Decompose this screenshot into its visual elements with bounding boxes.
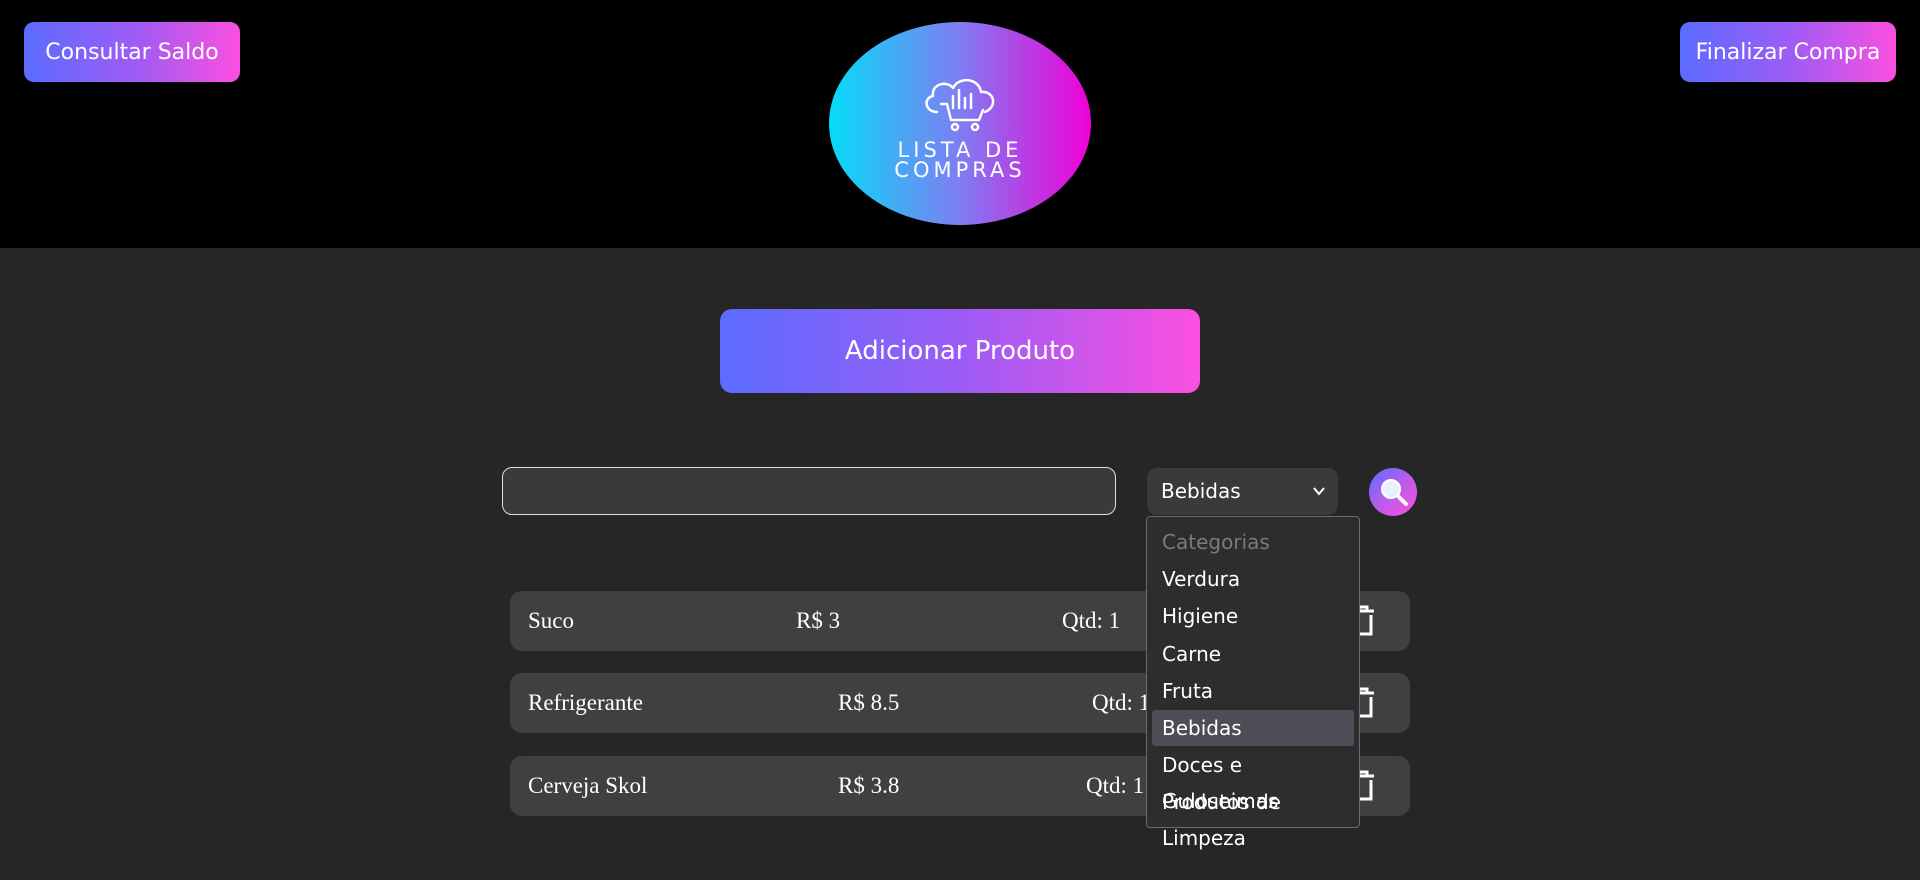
cloud-cart-icon	[925, 79, 995, 132]
add-product-button[interactable]: Adicionar Produto	[720, 309, 1200, 393]
logo-title-line2: COMPRAS	[894, 158, 1026, 182]
logo: LISTA DE COMPRAS	[829, 22, 1091, 225]
search-icon	[1381, 479, 1408, 506]
category-dropdown: Categorias Verdura Higiene Carne Fruta B…	[1146, 516, 1360, 850]
dropdown-option-higiene[interactable]: Higiene	[1152, 598, 1354, 634]
logo-title-line1: LISTA DE	[897, 138, 1023, 162]
product-quantity: Qtd: 1	[1092, 690, 1151, 715]
dropdown-option-fruta[interactable]: Fruta	[1152, 673, 1354, 709]
category-select[interactable]: Bebidas	[1147, 468, 1338, 515]
product-price: R$ 3	[796, 608, 841, 633]
dropdown-option-doces[interactable]: Doces e Guloseimas	[1152, 747, 1354, 813]
product-name: Suco	[528, 608, 574, 633]
finish-purchase-button[interactable]: Finalizar Compra	[1680, 22, 1896, 82]
product-price: R$ 8.5	[838, 690, 900, 715]
consult-balance-button[interactable]: Consultar Saldo	[24, 22, 240, 82]
dropdown-option-bebidas[interactable]: Bebidas	[1152, 710, 1354, 746]
dropdown-option-carne[interactable]: Carne	[1152, 636, 1354, 672]
product-quantity: Qtd: 1	[1062, 608, 1121, 633]
search-button[interactable]	[1369, 468, 1417, 516]
header: Consultar Saldo LISTA DE COMPRAS Finaliz…	[0, 0, 1920, 248]
product-price: R$ 3.8	[838, 773, 900, 798]
dropdown-placeholder: Categorias	[1162, 530, 1270, 554]
search-input[interactable]	[502, 467, 1116, 515]
category-select-value: Bebidas	[1161, 479, 1241, 503]
dropdown-option-verdura[interactable]: Verdura	[1152, 561, 1354, 597]
product-name: Cerveja Skol	[528, 773, 648, 798]
dropdown-option-limpeza[interactable]: Produtos de Limpeza	[1152, 784, 1354, 850]
product-quantity: Qtd: 1	[1086, 773, 1145, 798]
product-name: Refrigerante	[528, 690, 643, 715]
